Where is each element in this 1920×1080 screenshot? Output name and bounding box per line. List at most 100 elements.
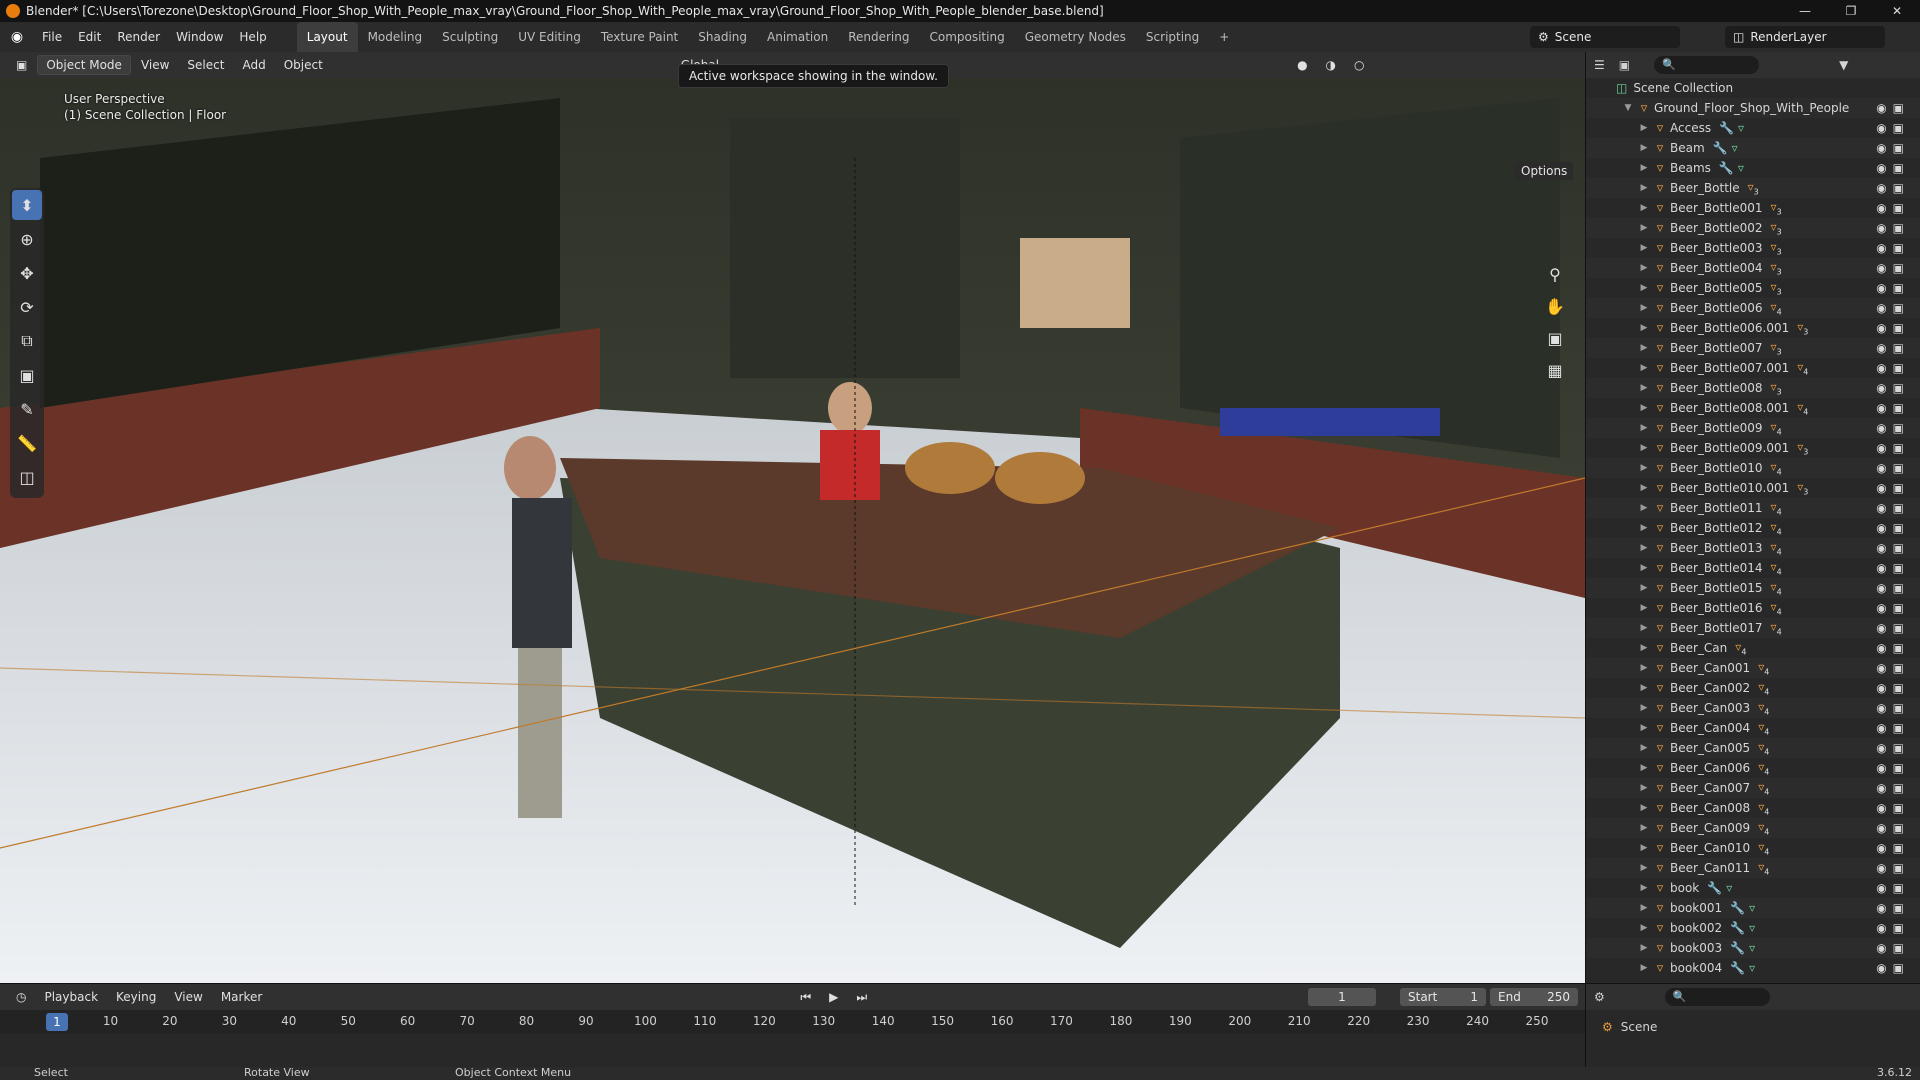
visibility-icons[interactable]: ◉▣ (1876, 881, 1910, 895)
visibility-icons[interactable]: ◉▣ (1876, 281, 1910, 295)
expand-arrow-icon[interactable]: ▶ (1638, 143, 1650, 153)
blender-menu-icon[interactable]: ◉ (0, 29, 34, 45)
tab-scripting[interactable]: Scripting (1136, 22, 1209, 52)
visibility-icons[interactable]: ◉▣ (1876, 461, 1910, 475)
outliner-item[interactable]: ▶ ▿ Beer_Can005 ▿4 ◉▣ (1586, 738, 1920, 758)
visibility-icons[interactable]: ◉▣ (1876, 301, 1910, 315)
outliner-item[interactable]: ▶ ▿ Beer_Can010 ▿4 ◉▣ (1586, 838, 1920, 858)
tab-layout[interactable]: Layout (296, 22, 358, 52)
expand-arrow-icon[interactable]: ▶ (1638, 523, 1650, 533)
tab-rendering[interactable]: Rendering (838, 22, 919, 52)
close-button[interactable]: ✕ (1874, 0, 1920, 22)
visibility-icons[interactable]: ◉▣ (1876, 861, 1910, 875)
outliner-item[interactable]: ▶ ▿ Beer_Bottle010.001 ▿3 ◉▣ (1586, 478, 1920, 498)
expand-arrow-icon[interactable]: ▶ (1638, 703, 1650, 713)
tab-modeling[interactable]: Modeling (358, 22, 433, 52)
visibility-icons[interactable]: ◉▣ (1876, 141, 1910, 155)
expand-arrow-icon[interactable]: ▶ (1638, 163, 1650, 173)
visibility-icons[interactable]: ◉▣ (1876, 101, 1910, 115)
options-button[interactable]: Options (1515, 162, 1574, 180)
menu-add[interactable]: Add (234, 56, 273, 74)
jump-start-icon[interactable]: ⏮ (792, 988, 819, 1007)
outliner-item[interactable]: ▶ ▿ Beer_Bottle007 ▿3 ◉▣ (1586, 338, 1920, 358)
visibility-icons[interactable]: ◉▣ (1876, 341, 1910, 355)
outliner-item[interactable]: ▶ ▿ Beer_Bottle009.001 ▿3 ◉▣ (1586, 438, 1920, 458)
tab-compositing[interactable]: Compositing (919, 22, 1014, 52)
menu-object[interactable]: Object (276, 56, 331, 74)
menu-view[interactable]: View (133, 56, 177, 74)
pan-hand-icon[interactable]: ✋ (1540, 292, 1570, 322)
add-workspace-button[interactable]: + (1209, 22, 1239, 52)
menu-file[interactable]: File (34, 22, 70, 52)
expand-arrow-icon[interactable]: ▶ (1638, 543, 1650, 553)
expand-arrow-icon[interactable]: ▶ (1638, 663, 1650, 673)
expand-arrow-icon[interactable]: ▶ (1638, 343, 1650, 353)
camera-icon[interactable]: ▣ (1540, 324, 1570, 354)
visibility-icons[interactable]: ◉▣ (1876, 921, 1910, 935)
mode-selector[interactable]: Object Mode (37, 55, 131, 75)
visibility-icons[interactable]: ◉▣ (1876, 581, 1910, 595)
visibility-icons[interactable]: ◉▣ (1876, 961, 1910, 975)
annotate-icon[interactable]: ✎ (12, 394, 42, 424)
grid-icon[interactable]: ▦ (1540, 356, 1570, 386)
outliner-item[interactable]: ▶ ▿ Beer_Bottle006 ▿4 ◉▣ (1586, 298, 1920, 318)
play-icon[interactable]: ▶ (821, 988, 846, 1006)
outliner-root[interactable]: ◫ Scene Collection (1586, 78, 1920, 98)
expand-arrow-icon[interactable]: ▶ (1638, 203, 1650, 213)
outliner-search-input[interactable]: 🔍 (1654, 56, 1760, 74)
outliner-item[interactable]: ▶ ▿ Beam 🔧 ▿ ◉▣ (1586, 138, 1920, 158)
outliner-item[interactable]: ▶ ▿ book002 🔧 ▿ ◉▣ (1586, 918, 1920, 938)
visibility-icons[interactable]: ◉▣ (1876, 521, 1910, 535)
visibility-icons[interactable]: ◉▣ (1876, 941, 1910, 955)
outliner-item[interactable]: ▶ ▿ Beer_Bottle008 ▿3 ◉▣ (1586, 378, 1920, 398)
expand-arrow-icon[interactable]: ▶ (1638, 263, 1650, 273)
expand-arrow-icon[interactable]: ▶ (1638, 903, 1650, 913)
expand-arrow-icon[interactable]: ▶ (1638, 423, 1650, 433)
visibility-icons[interactable]: ◉▣ (1876, 181, 1910, 195)
outliner-item[interactable]: ▶ ▿ Beer_Bottle003 ▿3 ◉▣ (1586, 238, 1920, 258)
tab-shading[interactable]: Shading (688, 22, 757, 52)
outliner-item[interactable]: ▶ ▿ Beer_Bottle006.001 ▿3 ◉▣ (1586, 318, 1920, 338)
tab-uv-editing[interactable]: UV Editing (508, 22, 591, 52)
visibility-icons[interactable]: ◉▣ (1876, 401, 1910, 415)
visibility-icons[interactable]: ◉▣ (1876, 421, 1910, 435)
rotate-icon[interactable]: ⟳ (12, 292, 42, 322)
expand-arrow-icon[interactable]: ▶ (1638, 403, 1650, 413)
visibility-icons[interactable]: ◉▣ (1876, 601, 1910, 615)
visibility-icons[interactable]: ◉▣ (1876, 201, 1910, 215)
outliner-item[interactable]: ▶ ▿ Beer_Bottle016 ▿4 ◉▣ (1586, 598, 1920, 618)
expand-arrow-icon[interactable]: ▶ (1638, 823, 1650, 833)
menu-keying[interactable]: Keying (108, 988, 164, 1006)
menu-help[interactable]: Help (231, 22, 274, 52)
properties-search-input[interactable]: 🔍 (1664, 988, 1770, 1006)
menu-select[interactable]: Select (179, 56, 232, 74)
outliner-item[interactable]: ▶ ▿ Beer_Can002 ▿4 ◉▣ (1586, 678, 1920, 698)
tab-sculpting[interactable]: Sculpting (432, 22, 508, 52)
transform-icon[interactable]: ▣ (12, 360, 42, 390)
outliner-item[interactable]: ▶ ▿ Beer_Bottle015 ▿4 ◉▣ (1586, 578, 1920, 598)
visibility-icons[interactable]: ◉▣ (1876, 561, 1910, 575)
menu-edit[interactable]: Edit (70, 22, 109, 52)
visibility-icons[interactable]: ◉▣ (1876, 441, 1910, 455)
jump-end-icon[interactable]: ⏭ (848, 988, 875, 1007)
expand-arrow-icon[interactable]: ▶ (1638, 303, 1650, 313)
expand-arrow-icon[interactable]: ▶ (1638, 923, 1650, 933)
outliner-item[interactable]: ▶ ▿ Beer_Can ▿4 ◉▣ (1586, 638, 1920, 658)
expand-arrow-icon[interactable]: ▶ (1638, 943, 1650, 953)
outliner-item[interactable]: ▶ ▿ Beer_Bottle005 ▿3 ◉▣ (1586, 278, 1920, 298)
outliner-item[interactable]: ▶ ▿ Beer_Bottle007.001 ▿4 ◉▣ (1586, 358, 1920, 378)
visibility-icons[interactable]: ◉▣ (1876, 841, 1910, 855)
visibility-icons[interactable]: ◉▣ (1876, 501, 1910, 515)
visibility-icons[interactable]: ◉▣ (1876, 781, 1910, 795)
outliner-item[interactable]: ▶ ▿ Beer_Bottle013 ▿4 ◉▣ (1586, 538, 1920, 558)
outliner-item[interactable]: ▶ ▿ Beer_Bottle011 ▿4 ◉▣ (1586, 498, 1920, 518)
visibility-icons[interactable]: ◉▣ (1876, 481, 1910, 495)
expand-arrow-icon[interactable]: ▶ (1638, 563, 1650, 573)
visibility-icons[interactable]: ◉▣ (1876, 221, 1910, 235)
expand-arrow-icon[interactable]: ▶ (1638, 223, 1650, 233)
scale-icon[interactable]: ⧉ (12, 326, 42, 356)
tab-texture-paint[interactable]: Texture Paint (591, 22, 688, 52)
visibility-icons[interactable]: ◉▣ (1876, 721, 1910, 735)
expand-arrow-icon[interactable]: ▶ (1638, 463, 1650, 473)
expand-arrow-icon[interactable]: ▶ (1638, 583, 1650, 593)
